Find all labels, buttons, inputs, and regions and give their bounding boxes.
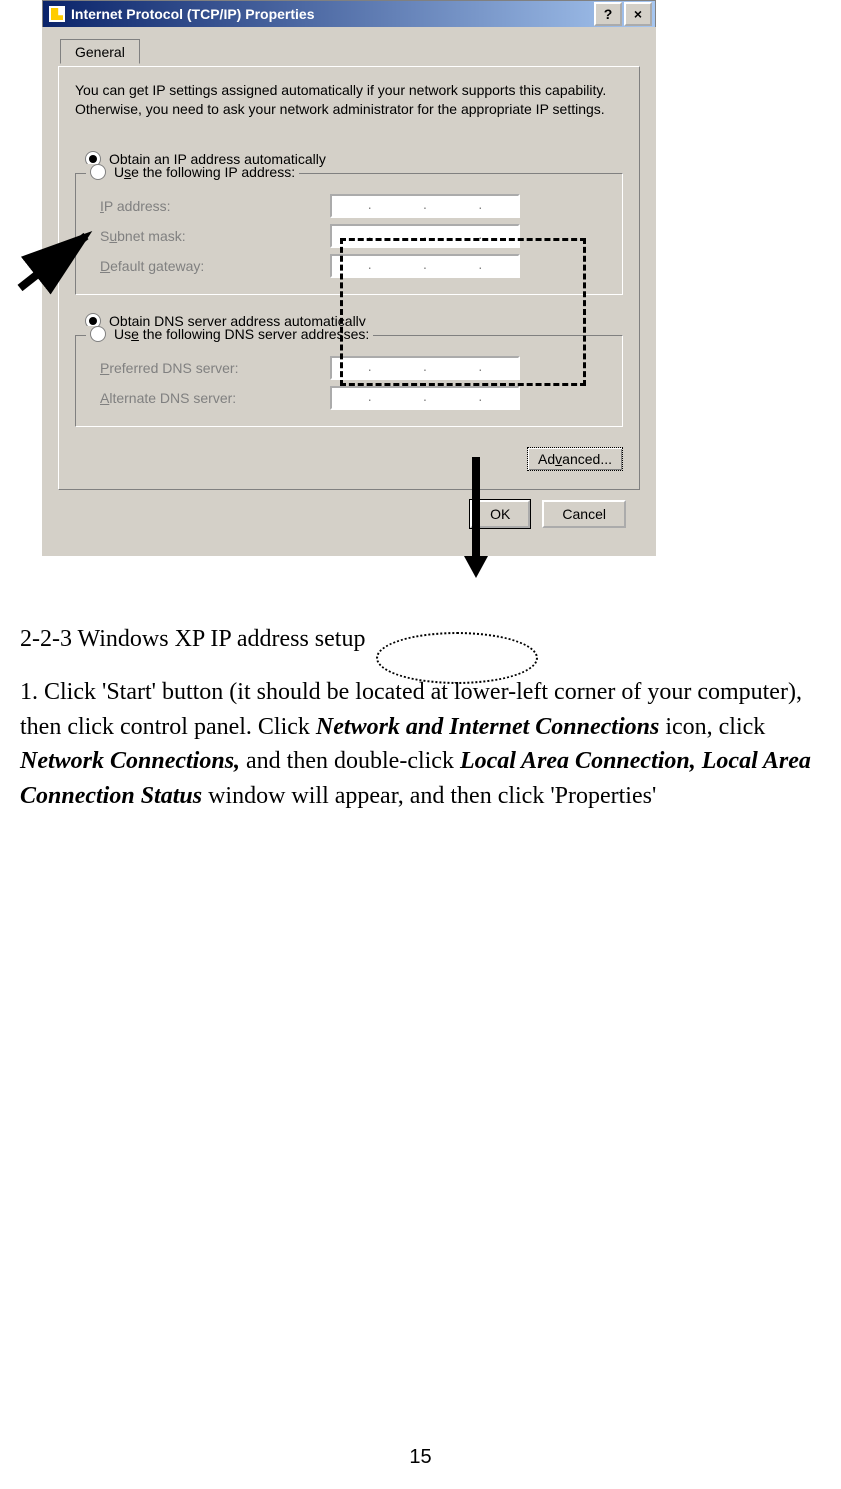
alternate-dns-label: Alternate DNS server:	[100, 390, 330, 406]
tcpip-properties-dialog: Internet Protocol (TCP/IP) Properties ? …	[42, 0, 656, 556]
group-use-dns: Use the following DNS server addresses: …	[75, 335, 623, 427]
ok-button[interactable]: OK	[470, 500, 530, 528]
group-use-ip: Use the following IP address: IP address…	[75, 173, 623, 295]
radio-use-dns[interactable]	[90, 326, 106, 342]
dialog-footer: OK Cancel	[58, 490, 640, 540]
default-gateway-label: Default gateway:	[100, 258, 330, 274]
preferred-dns-input[interactable]: ...	[330, 356, 520, 380]
ip-address-input[interactable]: ...	[330, 194, 520, 218]
close-button[interactable]: ×	[624, 2, 652, 26]
section-heading: 2-2-3 Windows XP IP address setup	[20, 626, 825, 653]
radio-use-ip-label: Use the following IP address:	[114, 164, 295, 180]
tcpip-icon	[49, 6, 65, 22]
advanced-button[interactable]: Advanced...	[527, 447, 623, 471]
instruction-step-1: 1. Click 'Start' button (it should be lo…	[20, 675, 825, 814]
titlebar[interactable]: Internet Protocol (TCP/IP) Properties ? …	[42, 0, 656, 27]
preferred-dns-label: Preferred DNS server:	[100, 360, 330, 376]
radio-use-ip[interactable]	[90, 164, 106, 180]
dialog-body: General You can get IP settings assigned…	[42, 27, 656, 556]
radio-use-dns-label: Use the following DNS server addresses:	[114, 326, 369, 342]
cancel-button[interactable]: Cancel	[542, 500, 626, 528]
subnet-mask-label: Subnet mask:	[100, 228, 330, 244]
tab-panel-general: You can get IP settings assigned automat…	[58, 66, 640, 490]
alternate-dns-input[interactable]: ...	[330, 386, 520, 410]
ip-address-label: IP address:	[100, 198, 330, 214]
window-title: Internet Protocol (TCP/IP) Properties	[71, 6, 592, 22]
help-button[interactable]: ?	[594, 2, 622, 26]
subnet-mask-input[interactable]: ...	[330, 224, 520, 248]
description-text: You can get IP settings assigned automat…	[75, 81, 623, 119]
page-number: 15	[0, 1446, 841, 1469]
default-gateway-input[interactable]: ...	[330, 254, 520, 278]
tab-general[interactable]: General	[60, 39, 140, 64]
